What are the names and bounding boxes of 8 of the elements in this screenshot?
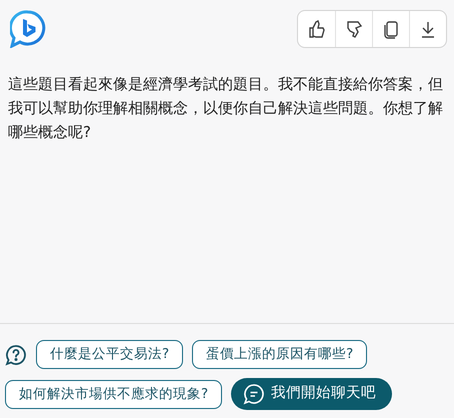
start-chat-button[interactable]: 我們開始聊天吧 — [231, 378, 392, 410]
suggestion-chip[interactable]: 蛋價上漲的原因有哪些? — [192, 340, 368, 369]
chat-message: 這些題目看起來像是經濟學考試的題目。我不能直接給你答案，但我可以幫助你理解相關概念，以便你自己解決這些問題。你想了解哪些概念呢? — [8, 74, 444, 143]
logo-icon — [10, 10, 46, 48]
help-icon — [5, 344, 27, 366]
suggestion-chip[interactable]: 什麼是公平交易法? — [36, 340, 184, 369]
chat-icon — [243, 383, 266, 405]
suggestion-chip[interactable]: 如何解決市場供不應求的現象? — [5, 380, 222, 408]
